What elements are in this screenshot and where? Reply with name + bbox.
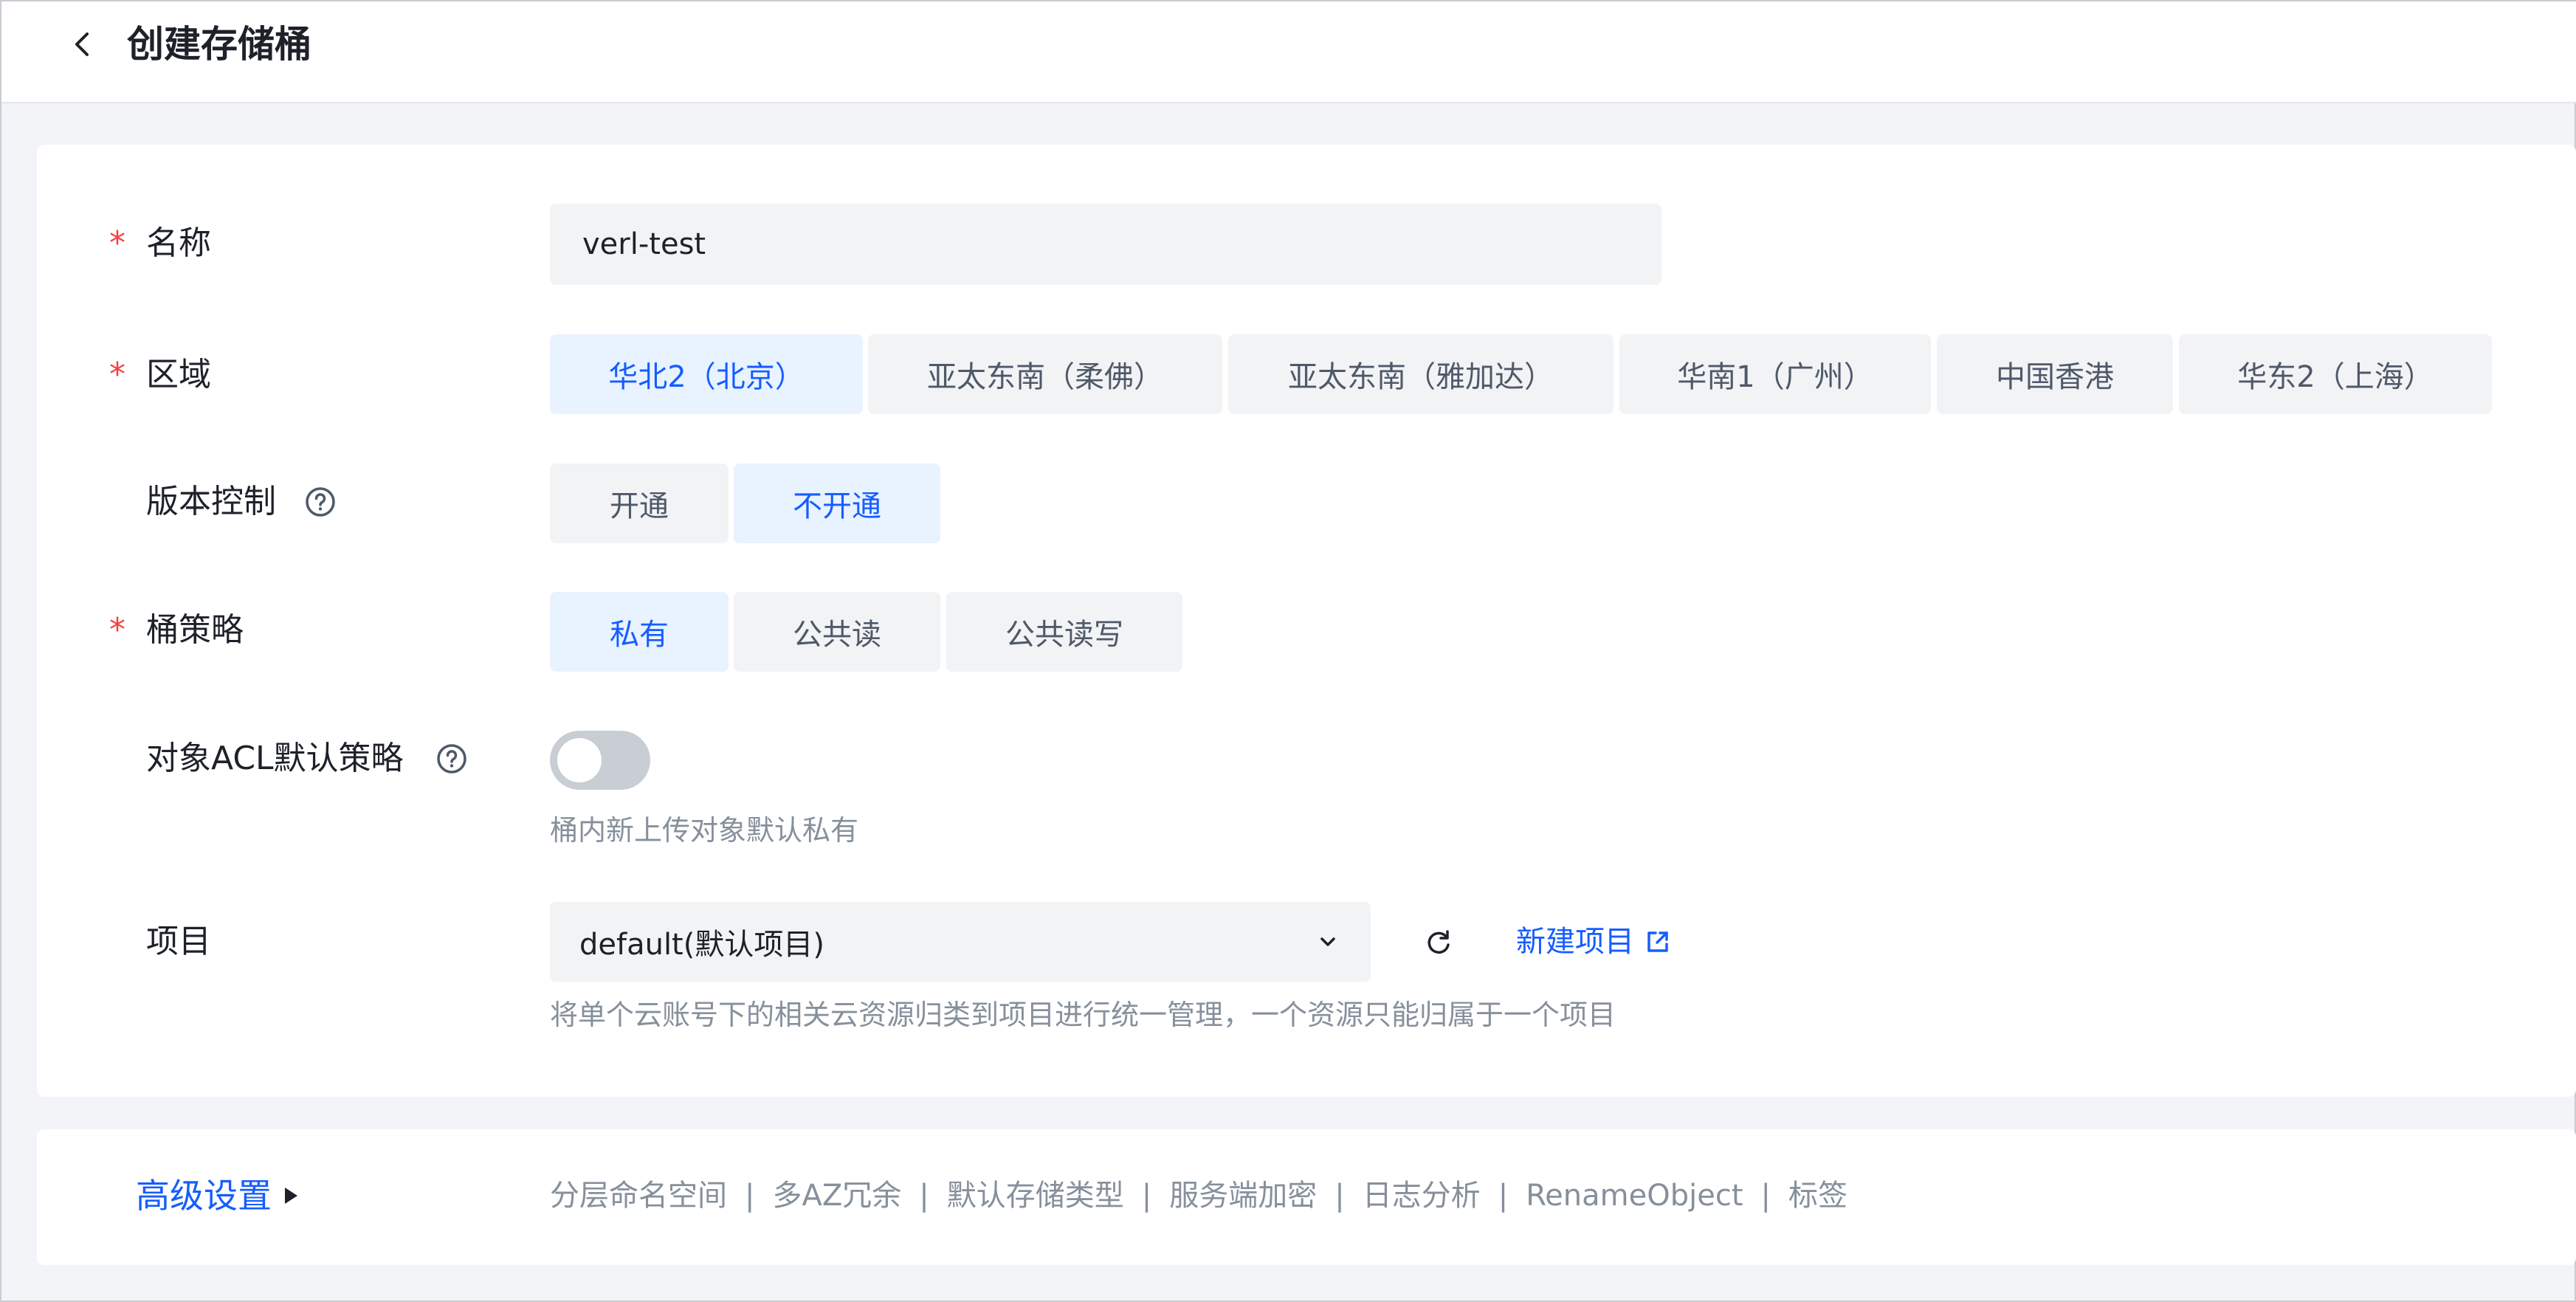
help-circle-icon[interactable]	[304, 486, 337, 518]
separator: |	[919, 1179, 929, 1213]
advanced-item: 默认存储类型	[946, 1179, 1124, 1213]
project-select[interactable]: default(默认项目)	[550, 902, 1371, 982]
help-circle-icon[interactable]	[435, 743, 468, 775]
advanced-item: 分层命名空间	[550, 1179, 727, 1213]
region-option-guangzhou[interactable]: 华南1（广州）	[1619, 334, 1931, 414]
required-mark: *	[109, 224, 125, 262]
separator: |	[1760, 1179, 1771, 1213]
region-option-johor[interactable]: 亚太东南（柔佛）	[868, 334, 1222, 414]
new-project-link[interactable]: 新建项目	[1516, 921, 1673, 962]
advanced-item: 标签	[1788, 1179, 1847, 1213]
region-option-jakarta[interactable]: 亚太东南（雅加达）	[1228, 334, 1614, 414]
refresh-icon[interactable]	[1423, 927, 1454, 958]
policy-option-private[interactable]: 私有	[550, 592, 729, 672]
project-label: 项目	[146, 923, 211, 960]
advanced-features-list: 分层命名空间 | 多AZ冗余 | 默认存储类型 | 服务端加密 | 日志分析 |…	[550, 1177, 1847, 1215]
policy-option-public-read[interactable]: 公共读	[734, 592, 940, 672]
chevron-down-icon	[1320, 937, 1335, 946]
object-acl-hint: 桶内新上传对象默认私有	[550, 814, 859, 847]
object-acl-toggle[interactable]	[550, 731, 650, 790]
region-option-shanghai[interactable]: 华东2（上海）	[2179, 334, 2492, 414]
project-hint: 将单个云账号下的相关云资源归类到项目进行统一管理，一个资源只能归属于一个项目	[550, 999, 1616, 1031]
advanced-settings-label: 高级设置	[136, 1176, 272, 1216]
project-select-value: default(默认项目)	[579, 928, 824, 962]
name-label: 名称	[146, 224, 211, 262]
advanced-item: 多AZ冗余	[772, 1179, 902, 1213]
external-link-icon	[1647, 931, 1668, 952]
separator: |	[1335, 1179, 1345, 1213]
separator: |	[1141, 1179, 1152, 1213]
advanced-item: RenameObject	[1526, 1179, 1743, 1213]
versioning-option-on[interactable]: 开通	[550, 464, 729, 543]
separator: |	[1498, 1179, 1509, 1213]
required-mark: *	[109, 356, 125, 393]
advanced-settings-toggle[interactable]: 高级设置	[136, 1174, 300, 1218]
toggle-knob	[557, 738, 602, 782]
separator: |	[745, 1179, 755, 1213]
advanced-item: 日志分析	[1362, 1179, 1481, 1213]
page-header: 创建存储桶	[1, 1, 2576, 103]
advanced-item: 服务端加密	[1169, 1179, 1318, 1213]
bucket-policy-label: 桶策略	[146, 611, 244, 649]
caret-right-icon	[285, 1188, 297, 1204]
region-option-hongkong[interactable]: 中国香港	[1937, 334, 2173, 414]
required-mark: *	[109, 611, 125, 649]
page-title: 创建存储桶	[127, 23, 311, 66]
region-label: 区域	[146, 356, 211, 393]
versioning-option-off[interactable]: 不开通	[734, 464, 940, 543]
new-project-label: 新建项目	[1516, 925, 1634, 959]
region-option-beijing[interactable]: 华北2（北京）	[550, 334, 863, 414]
object-acl-label: 对象ACL默认策略	[146, 740, 404, 777]
policy-option-public-read-write[interactable]: 公共读写	[946, 592, 1182, 672]
versioning-label: 版本控制	[146, 483, 276, 520]
back-arrow-icon[interactable]	[68, 30, 97, 59]
bucket-name-input[interactable]	[550, 204, 1661, 285]
